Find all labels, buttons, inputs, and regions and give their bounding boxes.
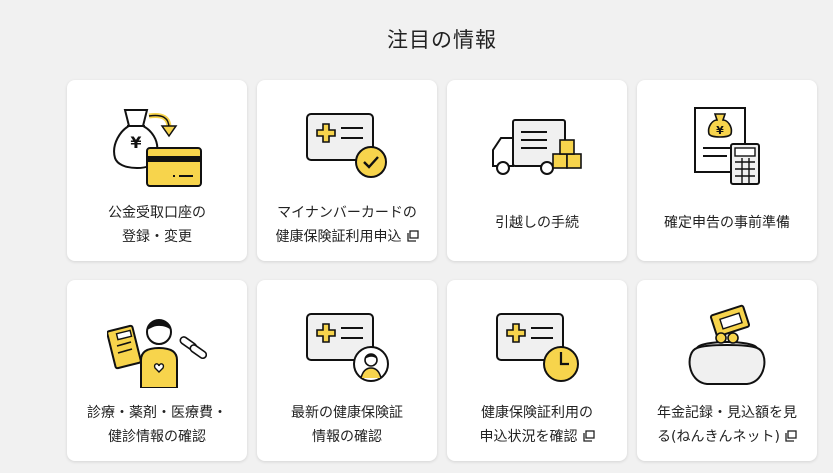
card-label: マイナンバーカードの 健康保険証利用申込: [261, 199, 433, 251]
card-label-line2: 申込状況を確認: [479, 429, 578, 445]
card-label-line1: 診療・薬剤・医療費・: [87, 405, 227, 421]
card-label-line1: 健康保険証利用の: [481, 405, 593, 421]
svg-text:¥: ¥: [130, 133, 141, 152]
card-medical-info[interactable]: 診療・薬剤・医療費・ 健診情報の確認: [67, 280, 247, 461]
external-link-icon: [406, 230, 419, 242]
card-insurance-apply-status[interactable]: 健康保険証利用の 申込状況を確認: [447, 280, 627, 461]
card-latest-insurance-info[interactable]: 最新の健康保険証 情報の確認: [257, 280, 437, 461]
card-label-line1: 確定申告の事前準備: [664, 215, 790, 231]
card-label: 年金記録・見込額を見 る(ねんきんネット): [641, 399, 813, 451]
card-label: 最新の健康保険証 情報の確認: [261, 399, 433, 451]
money-bag-card-icon: ¥: [113, 109, 202, 187]
external-link-icon: [582, 430, 595, 442]
card-label: 引越しの手続: [451, 199, 623, 247]
card-label: 診療・薬剤・医療費・ 健診情報の確認: [71, 399, 243, 451]
card-label-line1: 最新の健康保険証: [291, 405, 403, 421]
card-my-number-insurance-apply[interactable]: マイナンバーカードの 健康保険証利用申込: [257, 80, 437, 261]
card-pension-record[interactable]: 年金記録・見込額を見 る(ねんきんネット): [637, 280, 817, 461]
tax-document-calculator-icon: ¥: [694, 107, 760, 185]
card-label: 確定申告の事前準備: [641, 199, 813, 247]
card-label-line2: る(ねんきんネット): [657, 429, 780, 445]
card-label-line1: 引越しの手続: [495, 215, 579, 231]
card-label-line2: 健診情報の確認: [108, 429, 206, 445]
moving-truck-icon: [492, 119, 582, 175]
card-label-line2: 健康保険証利用申込: [275, 229, 402, 245]
card-label-line2: 登録・変更: [122, 229, 192, 245]
insurance-card-person-icon: [306, 313, 389, 382]
coin-purse-icon: [688, 304, 766, 385]
card-label: 健康保険証利用の 申込状況を確認: [451, 399, 623, 451]
card-label-line1: マイナンバーカードの: [277, 205, 417, 221]
section-title: 注目の情報: [387, 28, 497, 52]
card-moving-procedure[interactable]: 引越しの手続: [447, 80, 627, 261]
svg-text:¥: ¥: [716, 124, 724, 137]
external-link-icon: [785, 430, 797, 442]
card-tax-return-prep[interactable]: ¥ 確定申告の事前準備: [637, 80, 817, 261]
card-label: 公金受取口座の 登録・変更: [71, 199, 243, 251]
card-label-line1: 年金記録・見込額を見: [657, 405, 797, 421]
card-label-line1: 公金受取口座の: [108, 205, 206, 221]
insurance-card-check-icon: [306, 113, 387, 178]
card-public-fund-account[interactable]: ¥ 公金受取口座の 登録・変更: [67, 80, 247, 261]
patient-medicine-icon: [107, 319, 207, 388]
card-label-line2: 情報の確認: [312, 429, 382, 445]
insurance-card-clock-icon: [496, 313, 579, 382]
